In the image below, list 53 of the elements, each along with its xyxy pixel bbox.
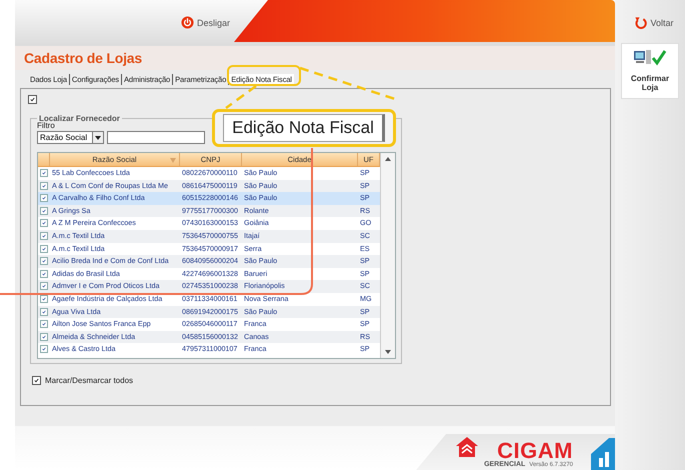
callout-text: Edição Nota Fiscal xyxy=(223,114,385,142)
back-button[interactable]: Voltar xyxy=(634,16,674,29)
checkbox[interactable] xyxy=(40,244,48,253)
brand-name: CIGAM xyxy=(497,441,573,461)
checkbox[interactable] xyxy=(32,376,41,385)
confirm-store-button[interactable]: Confirmar Loja xyxy=(621,43,679,99)
computer-check-icon xyxy=(633,48,667,68)
checkmark-icon xyxy=(42,334,46,339)
group-title: Localizar Fornecedor xyxy=(39,114,121,123)
checkmark-icon xyxy=(34,378,39,383)
checkbox[interactable] xyxy=(40,257,48,266)
checkbox[interactable] xyxy=(40,345,48,354)
checkbox[interactable] xyxy=(40,194,48,202)
checkmark-icon xyxy=(42,310,46,314)
checkbox[interactable] xyxy=(40,270,48,278)
logout-button[interactable]: Desligar xyxy=(180,16,230,29)
scrollbar[interactable] xyxy=(380,153,395,358)
checkmark-icon xyxy=(42,221,46,226)
checkmark-icon xyxy=(42,322,46,326)
scroll-down-icon[interactable] xyxy=(385,350,391,354)
checkmark-icon xyxy=(42,184,46,188)
checkmark-icon xyxy=(42,208,46,213)
checkbox[interactable] xyxy=(40,219,48,228)
checkmark-icon xyxy=(42,284,46,288)
power-icon xyxy=(180,16,194,29)
caret-icon xyxy=(95,136,101,140)
house-icon xyxy=(456,437,478,457)
checkbox[interactable] xyxy=(40,332,48,341)
checkmark-icon xyxy=(42,234,46,238)
checkbox[interactable] xyxy=(40,206,48,215)
checkmark-icon xyxy=(42,171,46,175)
checkbox[interactable] xyxy=(40,232,48,240)
checkmark-icon xyxy=(42,272,46,276)
page-title: Cadastro de Lojas xyxy=(24,50,142,66)
checkbox[interactable] xyxy=(40,169,48,177)
checkbox[interactable] xyxy=(40,282,48,290)
checkbox[interactable] xyxy=(40,308,48,316)
checkmark-icon xyxy=(42,246,46,251)
checkmark-icon xyxy=(30,97,35,102)
checkmark-icon xyxy=(42,196,46,200)
checkmark-icon xyxy=(42,347,46,352)
filter-label: Filtro xyxy=(37,121,55,130)
select-all-label: Marcar/Desmarcar todos xyxy=(45,376,134,385)
scroll-up-icon[interactable] xyxy=(385,157,391,161)
checkbox[interactable] xyxy=(40,320,48,328)
checkmark-icon xyxy=(42,296,46,301)
sort-icon xyxy=(170,158,176,163)
filter-dropdown[interactable]: Razão Social xyxy=(37,131,104,144)
checkbox[interactable] xyxy=(40,182,48,190)
checkbox[interactable] xyxy=(28,95,37,104)
undo-icon xyxy=(634,16,648,29)
search-field[interactable] xyxy=(107,131,205,144)
checkmark-icon xyxy=(42,259,46,264)
